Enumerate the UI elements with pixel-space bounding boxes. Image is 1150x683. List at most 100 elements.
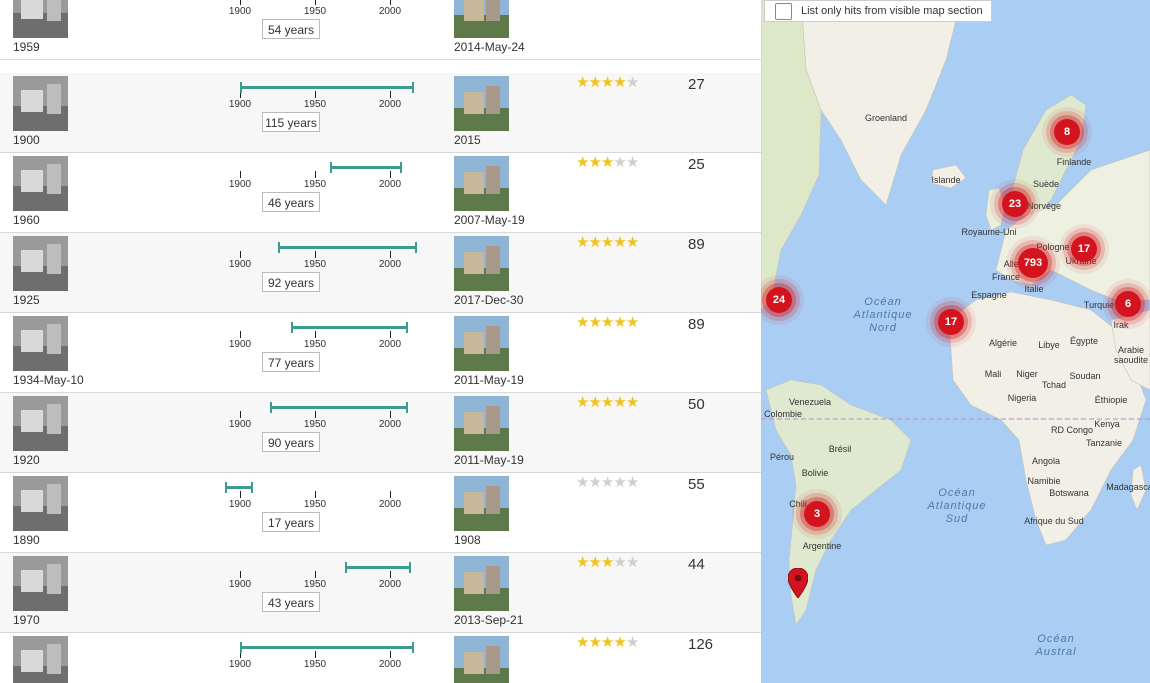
star-icon[interactable]: ★	[613, 474, 626, 491]
star-icon[interactable]: ★	[601, 554, 614, 571]
star-icon[interactable]: ★	[601, 74, 614, 91]
then-photo[interactable]	[13, 556, 68, 611]
star-icon[interactable]: ★	[626, 234, 639, 251]
star-icon[interactable]: ★	[588, 74, 601, 91]
now-photo[interactable]	[454, 556, 509, 611]
star-icon[interactable]: ★	[576, 634, 589, 651]
star-icon[interactable]: ★	[601, 474, 614, 491]
star-icon[interactable]: ★	[613, 154, 626, 171]
now-date: 1908	[454, 533, 481, 547]
now-photo[interactable]	[454, 396, 509, 451]
timeline-tick-label: 2000	[378, 499, 402, 510]
then-date: 1890	[13, 533, 40, 547]
now-photo[interactable]	[454, 0, 509, 38]
timeline-span-cap	[225, 482, 227, 493]
star-icon[interactable]: ★	[626, 154, 639, 171]
rating-stars[interactable]: ★★★★★	[576, 154, 639, 171]
map-marker-icon[interactable]	[788, 568, 808, 598]
timeline-tick-label: 2000	[378, 259, 402, 270]
timeline-span-bar	[240, 646, 413, 649]
star-icon[interactable]: ★	[601, 314, 614, 331]
star-icon[interactable]: ★	[626, 634, 639, 651]
map-country-label: Finlande	[1056, 157, 1092, 167]
then-photo[interactable]	[13, 636, 68, 683]
star-icon[interactable]: ★	[576, 474, 589, 491]
star-icon[interactable]: ★	[588, 554, 601, 571]
map-cluster-marker[interactable]: 17	[938, 309, 964, 335]
star-icon[interactable]: ★	[588, 234, 601, 251]
then-photo[interactable]	[13, 0, 68, 38]
rating-stars[interactable]: ★★★★★	[576, 474, 639, 491]
timeline-tick-label: 1950	[303, 579, 327, 590]
star-icon[interactable]: ★	[626, 554, 639, 571]
rating-stars[interactable]: ★★★★★	[576, 314, 639, 331]
map-cluster-marker[interactable]: 6	[1115, 291, 1141, 317]
result-row[interactable]: 1970 1900 1950 2000 43 years 2013-Sep-21 ★★★★★…	[0, 553, 761, 633]
star-icon[interactable]: ★	[588, 314, 601, 331]
rating-stars[interactable]: ★★★★★	[576, 394, 639, 411]
star-icon[interactable]: ★	[613, 74, 626, 91]
timeline-tick-label: 1950	[303, 339, 327, 350]
star-icon[interactable]: ★	[576, 154, 589, 171]
star-icon[interactable]: ★	[613, 554, 626, 571]
rating-stars[interactable]: ★★★★★	[576, 234, 639, 251]
then-photo[interactable]	[13, 76, 68, 131]
star-icon[interactable]: ★	[626, 314, 639, 331]
now-photo[interactable]	[454, 636, 509, 683]
timeline-tick-label: 1900	[228, 659, 252, 670]
star-icon[interactable]: ★	[576, 394, 589, 411]
result-row[interactable]: 1925 1900 1950 2000 92 years 2017-Dec-30 ★★★★★…	[0, 233, 761, 313]
now-photo[interactable]	[454, 76, 509, 131]
timeline-tick	[390, 491, 391, 498]
star-icon[interactable]: ★	[613, 634, 626, 651]
map-cluster-marker[interactable]: 24	[766, 287, 792, 313]
map-cluster-marker[interactable]: 23	[1002, 191, 1028, 217]
then-photo[interactable]	[13, 396, 68, 451]
results-list: 195919001950200054 years2014-May-24★★★★★…	[0, 0, 761, 683]
map-cluster-marker[interactable]: 8	[1054, 119, 1080, 145]
filter-checkbox[interactable]	[775, 3, 792, 20]
result-row[interactable]: 1900 1900 1950 2000 115 years 2015 ★★★★★ 27	[0, 73, 761, 153]
rating-stars[interactable]: ★★★★★	[576, 554, 639, 571]
map-country-label: Soudan	[1069, 371, 1101, 381]
star-icon[interactable]: ★	[613, 234, 626, 251]
then-photo[interactable]	[13, 236, 68, 291]
star-icon[interactable]: ★	[588, 394, 601, 411]
star-icon[interactable]: ★	[588, 634, 601, 651]
visible-section-filter[interactable]: List only hits from visible map section	[764, 0, 992, 22]
now-photo[interactable]	[454, 316, 509, 371]
now-photo[interactable]	[454, 476, 509, 531]
star-icon[interactable]: ★	[576, 74, 589, 91]
star-icon[interactable]: ★	[601, 154, 614, 171]
star-icon[interactable]: ★	[576, 314, 589, 331]
result-row[interactable]: 1920 1900 1950 2000 90 years 2011-May-19 ★★★★★…	[0, 393, 761, 473]
now-photo[interactable]	[454, 236, 509, 291]
result-row[interactable]: 1890 1900 1950 2000 17 years 1908 ★★★★★ 55	[0, 473, 761, 553]
map-cluster-marker[interactable]: 17	[1071, 236, 1097, 262]
map-cluster-marker[interactable]: 3	[804, 501, 830, 527]
star-icon[interactable]: ★	[613, 394, 626, 411]
star-icon[interactable]: ★	[601, 634, 614, 651]
star-icon[interactable]: ★	[588, 154, 601, 171]
then-photo[interactable]	[13, 476, 68, 531]
star-icon[interactable]: ★	[613, 314, 626, 331]
map-view[interactable]: Groenland Islande Finlande Suède Norvège Roya…	[761, 0, 1150, 683]
star-icon[interactable]: ★	[601, 394, 614, 411]
rating-stars[interactable]: ★★★★★	[576, 74, 639, 91]
star-icon[interactable]: ★	[626, 394, 639, 411]
then-photo[interactable]	[13, 316, 68, 371]
result-row[interactable]: 1900 1950 2000 ★★★★★ 126	[0, 633, 761, 683]
result-row[interactable]: 1960 1900 1950 2000 46 years 2007-May-19 ★★★★★…	[0, 153, 761, 233]
result-row[interactable]: 1934-May-10 1900 1950 2000 77 years 2011-May-…	[0, 313, 761, 393]
star-icon[interactable]: ★	[576, 234, 589, 251]
star-icon[interactable]: ★	[576, 554, 589, 571]
then-photo[interactable]	[13, 156, 68, 211]
now-photo[interactable]	[454, 156, 509, 211]
map-cluster-marker[interactable]: 793	[1018, 248, 1048, 278]
star-icon[interactable]: ★	[588, 474, 601, 491]
star-icon[interactable]: ★	[601, 234, 614, 251]
star-icon[interactable]: ★	[626, 74, 639, 91]
star-icon[interactable]: ★	[626, 474, 639, 491]
rating-stars[interactable]: ★★★★★	[576, 634, 639, 651]
result-row[interactable]: 195919001950200054 years2014-May-24★★★★★…	[0, 0, 761, 60]
